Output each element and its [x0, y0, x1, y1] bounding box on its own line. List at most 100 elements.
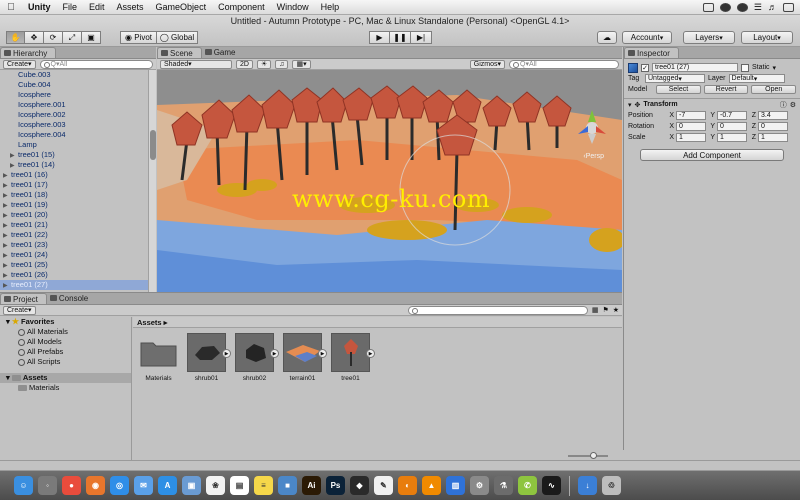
hierarchy-item[interactable]: ▶ tree01 (18)	[0, 190, 148, 200]
rotation-y-field[interactable]: 0	[717, 122, 747, 131]
model-revert-button[interactable]: Revert	[703, 85, 749, 94]
scale-z-field[interactable]: 1	[758, 133, 788, 142]
tab-scene[interactable]: Scene	[157, 47, 202, 58]
favorite-item[interactable]: All Materials	[0, 327, 131, 337]
static-dropdown-caret-icon[interactable]: ▾	[773, 64, 777, 72]
hierarchy-item[interactable]: ▶ tree01 (15)	[0, 150, 148, 160]
layout-dropdown[interactable]: Layout	[741, 31, 793, 44]
trash-icon[interactable]: ♲	[602, 476, 621, 495]
hierarchy-item[interactable]: Icosphere.003	[0, 120, 148, 130]
notification-icon[interactable]	[702, 2, 714, 12]
scene-viewport[interactable]: ‹Persp www.cg-ku.com	[157, 70, 622, 292]
expand-asset-icon[interactable]: ▶	[222, 349, 231, 358]
time-machine-icon[interactable]	[719, 2, 731, 12]
play-button[interactable]: ▶	[369, 31, 390, 44]
layers-dropdown[interactable]: Layers	[683, 31, 735, 44]
hierarchy-item[interactable]: Lamp	[0, 140, 148, 150]
audio-toggle[interactable]: ♫	[275, 59, 289, 69]
menu-assets[interactable]: Assets	[111, 2, 150, 12]
expand-asset-icon[interactable]: ▶	[270, 349, 279, 358]
2d-toggle[interactable]: 2D	[236, 59, 253, 69]
hierarchy-item[interactable]: ▶ tree01 (20)	[0, 210, 148, 220]
folder-icon[interactable]: ■	[278, 476, 297, 495]
tab-hierarchy[interactable]: Hierarchy	[0, 47, 57, 58]
icon-size-slider[interactable]	[568, 452, 608, 459]
layer-dropdown[interactable]: Default	[728, 74, 785, 83]
rotation-x-field[interactable]: 0	[676, 122, 706, 131]
downloads-icon[interactable]: ↓	[578, 476, 597, 495]
menu-file[interactable]: File	[57, 2, 84, 12]
position-z-field[interactable]: 3.4	[758, 111, 788, 120]
battery-icon[interactable]	[783, 2, 794, 12]
vlc-icon[interactable]: ▲	[422, 476, 441, 495]
hierarchy-item[interactable]: ▶ tree01 (16)	[0, 170, 148, 180]
hierarchy-item[interactable]: Icosphere.002	[0, 110, 148, 120]
wifi-icon[interactable]: ☰	[754, 2, 762, 13]
hierarchy-item[interactable]: Cube.003	[0, 70, 148, 80]
static-checkbox[interactable]	[741, 63, 749, 72]
notes-icon[interactable]: ≡	[254, 476, 273, 495]
hierarchy-item[interactable]: ▶ tree01 (25)	[0, 260, 148, 270]
volume-icon[interactable]: ♬	[768, 2, 777, 12]
android-icon[interactable]: ✆	[518, 476, 537, 495]
hierarchy-search-input[interactable]: Q▾All	[39, 59, 153, 69]
rotation-z-field[interactable]: 0	[758, 122, 788, 131]
transform-foldout-icon[interactable]: ▾	[628, 101, 632, 109]
textedit-icon[interactable]: ✎	[374, 476, 393, 495]
model-select-button[interactable]: Select	[656, 85, 701, 94]
shading-dropdown[interactable]: Shaded	[160, 59, 232, 69]
favorite-item[interactable]: All Scripts	[0, 357, 131, 367]
hierarchy-item[interactable]: Icosphere.001	[0, 100, 148, 110]
launchpad-icon[interactable]: ◦	[38, 476, 57, 495]
finder-icon[interactable]: ☺	[14, 476, 33, 495]
hierarchy-item[interactable]: Cube.004	[0, 80, 148, 90]
mail-icon[interactable]: ✉	[134, 476, 153, 495]
filter-label-icon[interactable]: ⚑	[602, 306, 608, 314]
hierarchy-item[interactable]: Icosphere	[0, 90, 148, 100]
hierarchy-item[interactable]: ▶ tree01 (27)	[0, 280, 148, 290]
component-gear-icon[interactable]: ⚙	[790, 101, 796, 109]
filter-type-icon[interactable]: ▦	[592, 306, 599, 314]
settings-icon[interactable]: ⚙	[470, 476, 489, 495]
scene-search-input[interactable]: Q▾All	[509, 59, 619, 69]
favorite-item[interactable]: All Prefabs	[0, 347, 131, 357]
assets-root-row[interactable]: ▾ Assets	[0, 373, 131, 383]
expand-arrow-icon[interactable]: ▶	[3, 281, 11, 291]
favorite-item[interactable]: All Models	[0, 337, 131, 347]
preview-icon[interactable]: ▣	[182, 476, 201, 495]
activity-icon[interactable]: ∿	[542, 476, 561, 495]
add-component-button[interactable]: Add Component	[640, 149, 784, 161]
unity-icon[interactable]: ◆	[350, 476, 369, 495]
effects-dropdown[interactable]: ▦	[292, 59, 311, 69]
object-name-field[interactable]: tree01 (27)	[652, 63, 738, 72]
scale-x-field[interactable]: 1	[676, 133, 706, 142]
asset-item[interactable]: ▶ tree01	[331, 333, 375, 382]
pause-button[interactable]: ❚❚	[390, 31, 411, 44]
keynote-icon[interactable]: ▥	[446, 476, 465, 495]
hierarchy-item[interactable]: ▶ tree01 (23)	[0, 240, 148, 250]
menu-help[interactable]: Help	[315, 2, 346, 12]
menu-component[interactable]: Component	[212, 2, 271, 12]
hierarchy-item[interactable]: ▶ tree01 (21)	[0, 220, 148, 230]
project-search-input[interactable]	[407, 305, 588, 315]
global-toggle[interactable]: ◯ Global	[157, 31, 198, 44]
tab-inspector[interactable]: Inspector	[624, 47, 679, 58]
foldout-icon[interactable]: ▾	[6, 373, 12, 382]
menu-app-unity[interactable]: Unity	[22, 2, 57, 12]
menu-edit[interactable]: Edit	[83, 2, 111, 12]
assets-breadcrumb[interactable]: Assets ▸	[133, 317, 622, 328]
hierarchy-item[interactable]: ▶ tree01 (22)	[0, 230, 148, 240]
hand-tool-button[interactable]: ✋	[6, 31, 25, 44]
model-open-button[interactable]: Open	[751, 85, 796, 94]
tab-game[interactable]: Game	[202, 47, 244, 58]
hierarchy-item[interactable]: ▶ tree01 (14)	[0, 160, 148, 170]
foldout-icon[interactable]: ▾	[6, 317, 12, 326]
rotate-tool-button[interactable]: ⟳	[44, 31, 63, 44]
transform-header[interactable]: ▾ ✥ Transform ⓘ ⚙	[624, 98, 800, 110]
tag-dropdown[interactable]: Untagged	[645, 74, 705, 83]
automator-icon[interactable]: ⚗	[494, 476, 513, 495]
chrome-icon[interactable]: ●	[62, 476, 81, 495]
favorite-star-icon[interactable]: ★	[613, 306, 619, 314]
position-y-field[interactable]: -0.7	[717, 111, 747, 120]
expand-asset-icon[interactable]: ▶	[318, 349, 327, 358]
